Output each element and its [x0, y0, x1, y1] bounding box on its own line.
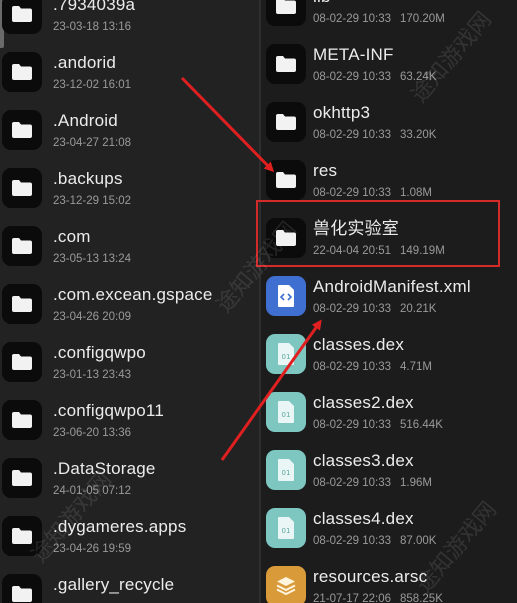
- annotation-overlay: [180, 76, 322, 461]
- arrow-to-res: [180, 76, 275, 173]
- arrow-to-manifest: [220, 319, 322, 461]
